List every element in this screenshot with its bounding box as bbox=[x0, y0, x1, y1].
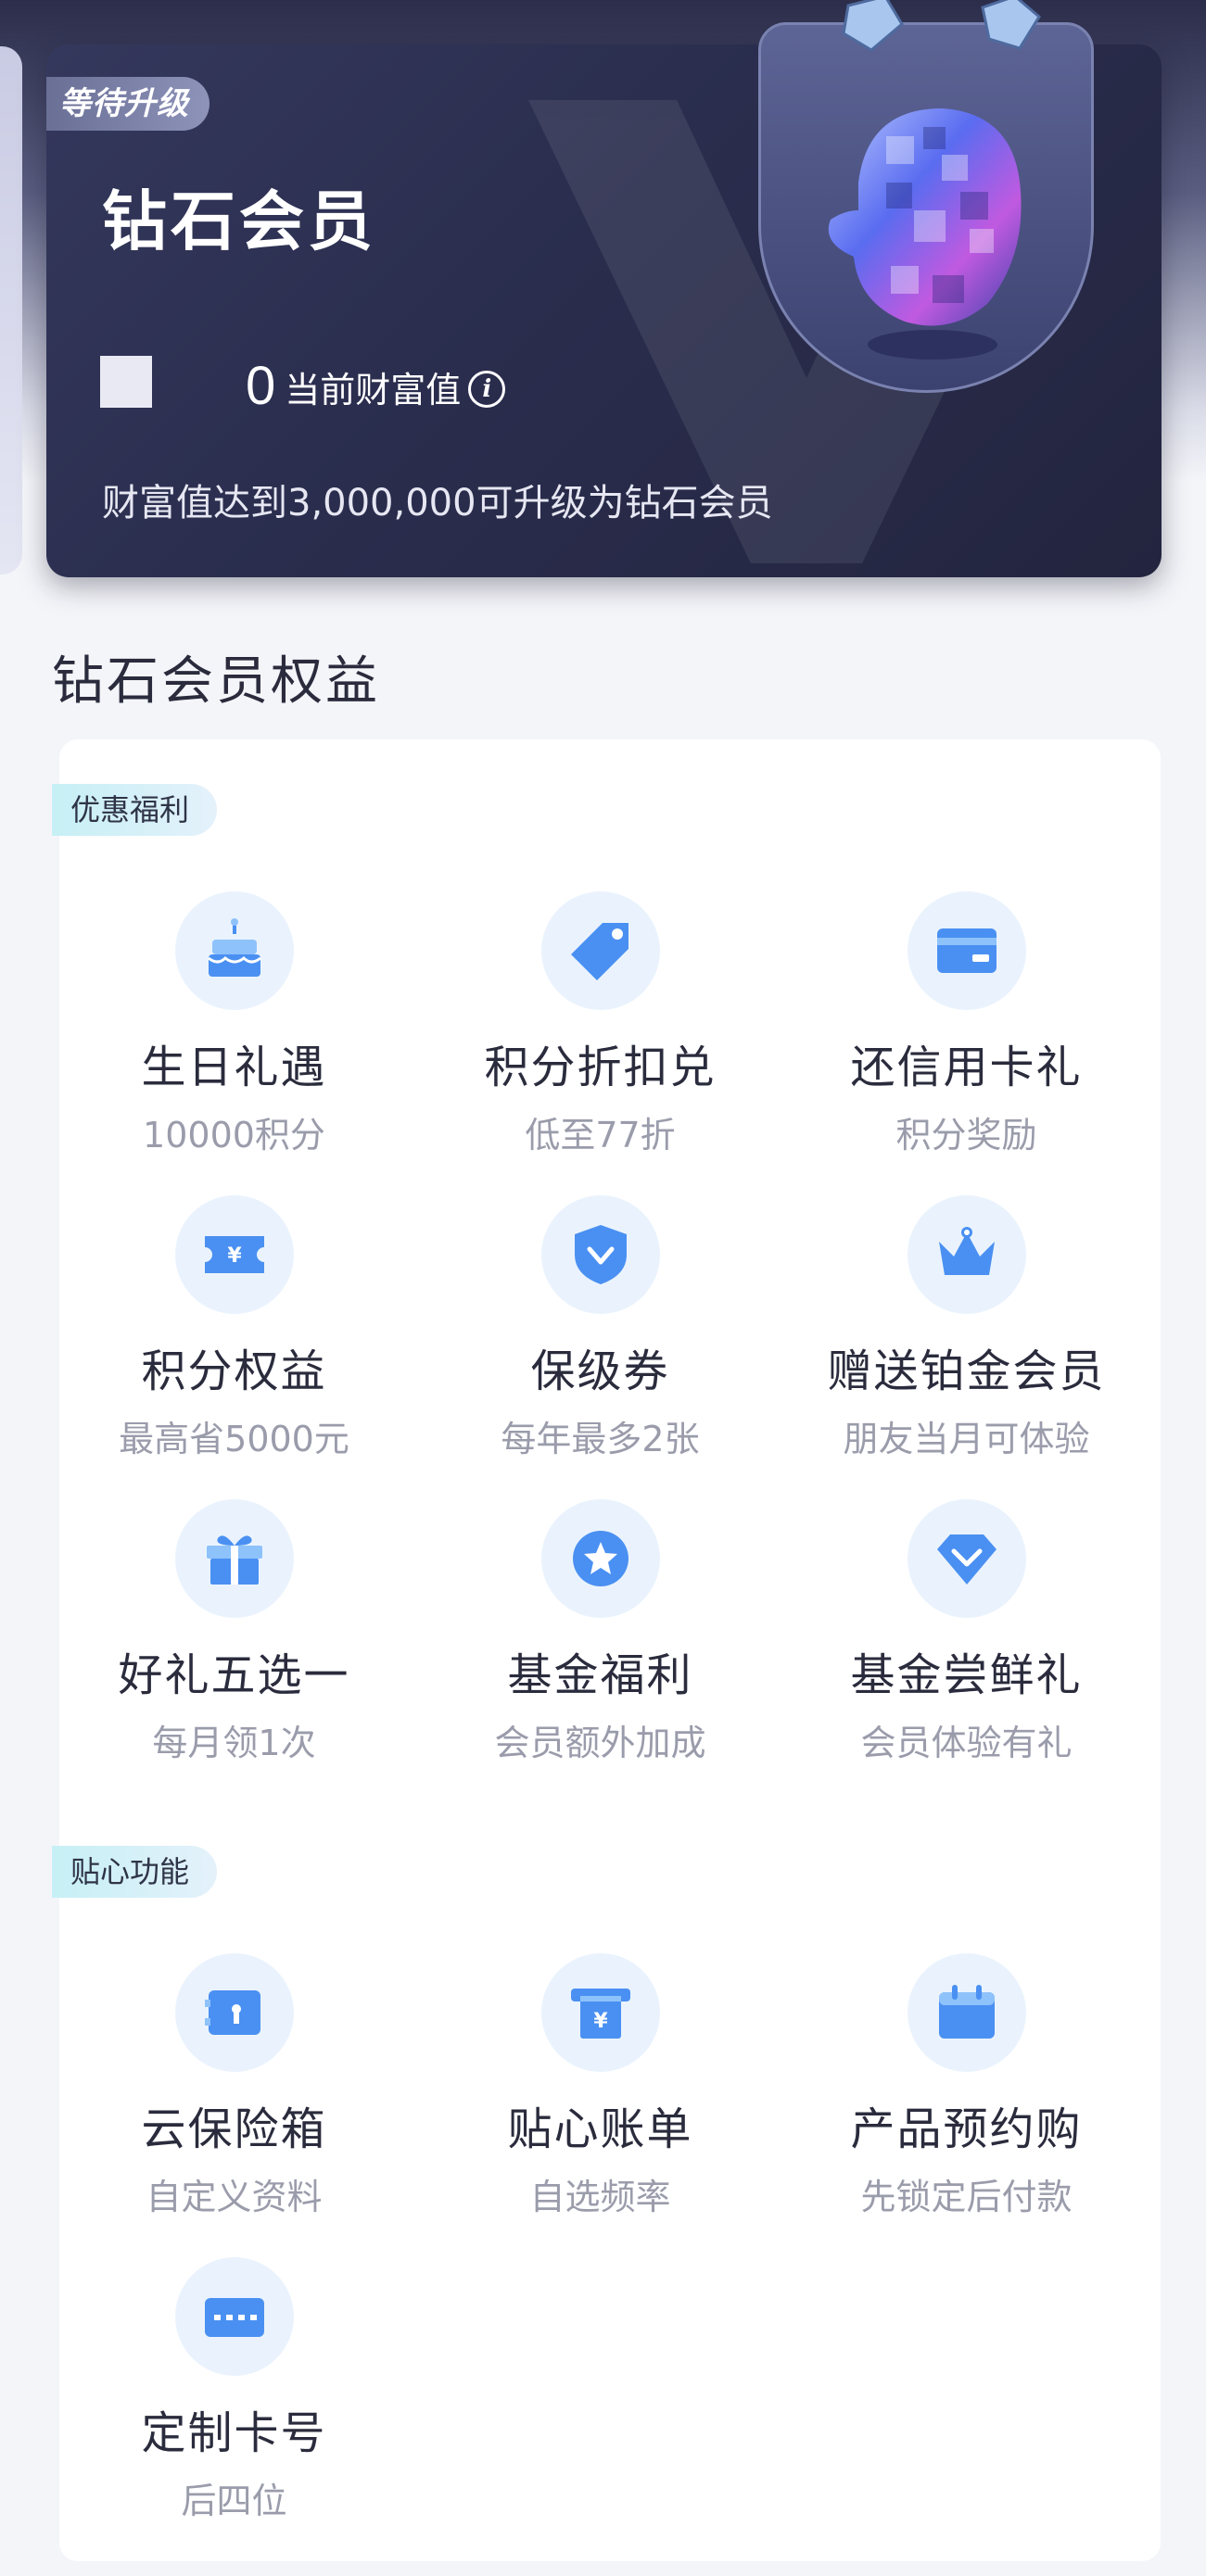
benefit-item-monthly-gift[interactable]: 好礼五选一 每月领1次 bbox=[51, 1499, 417, 1765]
benefit-subtitle: 每月领1次 bbox=[152, 1723, 316, 1763]
benefit-subtitle: 每年最多2张 bbox=[501, 1419, 700, 1459]
feature-subtitle: 后四位 bbox=[181, 2481, 287, 2521]
coupon-icon: ¥ bbox=[204, 1236, 264, 1273]
info-icon[interactable]: i bbox=[468, 371, 506, 408]
star-badge-icon bbox=[572, 1531, 628, 1586]
feature-title: 定制卡号 bbox=[141, 2407, 327, 2459]
sparkle-left-icon bbox=[842, 0, 904, 52]
safe-box-icon bbox=[204, 1990, 260, 2035]
benefit-item-level-protection[interactable]: 保级券 每年最多2张 bbox=[417, 1195, 783, 1461]
benefit-title: 还信用卡礼 bbox=[850, 1042, 1083, 1093]
crown-icon bbox=[938, 1227, 995, 1275]
wealth-value: 0 bbox=[246, 356, 276, 416]
benefits-section-title: 钻石会员权益 bbox=[52, 651, 380, 712]
wealth-row: 0 当前财富值 i bbox=[246, 356, 506, 416]
cake-icon bbox=[207, 918, 261, 977]
feature-title: 云保险箱 bbox=[141, 2103, 327, 2155]
benefit-icon-wrapper bbox=[907, 1195, 1026, 1314]
benefit-icon-wrapper bbox=[540, 891, 660, 1010]
crystal-mascot-icon bbox=[828, 108, 1022, 360]
benefit-icon-wrapper: ¥ bbox=[540, 1953, 660, 2072]
benefit-icon-wrapper bbox=[174, 1499, 294, 1618]
group-tag-discounts: 优惠福利 bbox=[52, 784, 218, 836]
feature-subtitle: 自定义资料 bbox=[146, 2177, 323, 2217]
card-number-icon bbox=[204, 2298, 264, 2337]
group-tag-features: 贴心功能 bbox=[52, 1846, 218, 1898]
benefit-item-birthday[interactable]: 生日礼遇 10000积分 bbox=[51, 891, 417, 1157]
benefit-title: 基金尝鲜礼 bbox=[850, 1649, 1083, 1701]
benefit-subtitle: 会员额外加成 bbox=[494, 1723, 706, 1763]
wealth-label: 当前财富值 bbox=[285, 370, 462, 410]
feature-item-bill[interactable]: ¥ 贴心账单 自选频率 bbox=[417, 1953, 783, 2219]
benefit-icon-wrapper: ¥ bbox=[174, 1195, 294, 1314]
benefit-icon-wrapper bbox=[907, 891, 1026, 1010]
feature-title: 产品预约购 bbox=[850, 2103, 1083, 2155]
credit-card-icon bbox=[936, 928, 997, 973]
status-badge: 等待升级 bbox=[46, 77, 209, 131]
benefit-icon-wrapper bbox=[174, 2257, 294, 2376]
benefit-icon-wrapper bbox=[174, 891, 294, 1010]
tag-icon bbox=[570, 923, 628, 980]
feature-item-custom-card-number[interactable]: 定制卡号 后四位 bbox=[51, 2257, 417, 2523]
benefit-icon-wrapper bbox=[907, 1953, 1026, 2072]
feature-subtitle: 先锁定后付款 bbox=[860, 2177, 1073, 2217]
benefit-subtitle: 低至77折 bbox=[525, 1115, 676, 1155]
feature-title: 贴心账单 bbox=[507, 2103, 693, 2155]
benefit-subtitle: 会员体验有礼 bbox=[860, 1723, 1073, 1763]
benefit-item-fund-trial[interactable]: 基金尝鲜礼 会员体验有礼 bbox=[783, 1499, 1149, 1765]
benefit-title: 积分权益 bbox=[141, 1345, 327, 1397]
benefit-title: 保级券 bbox=[530, 1345, 670, 1397]
svg-text:¥: ¥ bbox=[593, 2010, 608, 2033]
diamond-mascot-frame bbox=[758, 22, 1094, 393]
benefit-item-fund-welfare[interactable]: 基金福利 会员额外加成 bbox=[417, 1499, 783, 1765]
benefit-subtitle: 积分奖励 bbox=[895, 1115, 1037, 1155]
benefit-subtitle: 最高省5000元 bbox=[119, 1419, 349, 1459]
sparkle-right-icon bbox=[981, 0, 1041, 50]
wealth-placeholder-icon bbox=[100, 356, 152, 408]
benefit-title: 积分折扣兑 bbox=[484, 1042, 717, 1093]
upgrade-requirement-text: 财富值达到3,000,000可升级为钻石会员 bbox=[102, 482, 773, 524]
benefit-item-points-discount[interactable]: 积分折扣兑 低至77折 bbox=[417, 891, 783, 1157]
benefit-icon-wrapper bbox=[540, 1499, 660, 1618]
benefit-subtitle: 朋友当月可体验 bbox=[843, 1419, 1090, 1459]
feature-item-reservation[interactable]: 产品预约购 先锁定后付款 bbox=[783, 1953, 1149, 2219]
calendar-icon bbox=[938, 1985, 995, 2039]
benefit-icon-wrapper bbox=[174, 1953, 294, 2072]
svg-text:¥: ¥ bbox=[227, 1244, 242, 1268]
benefit-icon-wrapper bbox=[540, 1195, 660, 1314]
benefit-title: 赠送铂金会员 bbox=[827, 1345, 1106, 1397]
benefit-item-points-rights[interactable]: ¥ 积分权益 最高省5000元 bbox=[51, 1195, 417, 1461]
gift-icon bbox=[206, 1535, 262, 1585]
benefit-title: 基金福利 bbox=[507, 1649, 693, 1701]
feature-subtitle: 自选频率 bbox=[529, 2177, 671, 2217]
shield-icon bbox=[574, 1225, 627, 1284]
diamond-icon bbox=[936, 1534, 997, 1585]
benefit-item-gift-platinum[interactable]: 赠送铂金会员 朋友当月可体验 bbox=[783, 1195, 1149, 1461]
member-level-title: 钻石会员 bbox=[102, 183, 376, 259]
benefit-icon-wrapper bbox=[907, 1499, 1026, 1618]
bill-icon: ¥ bbox=[570, 1989, 630, 2039]
benefit-item-credit-card[interactable]: 还信用卡礼 积分奖励 bbox=[783, 891, 1149, 1157]
benefit-subtitle: 10000积分 bbox=[143, 1115, 325, 1155]
benefit-title: 生日礼遇 bbox=[141, 1042, 327, 1093]
feature-item-cloud-safe[interactable]: 云保险箱 自定义资料 bbox=[51, 1953, 417, 2219]
benefit-title: 好礼五选一 bbox=[118, 1649, 350, 1701]
previous-level-card[interactable] bbox=[0, 46, 22, 575]
